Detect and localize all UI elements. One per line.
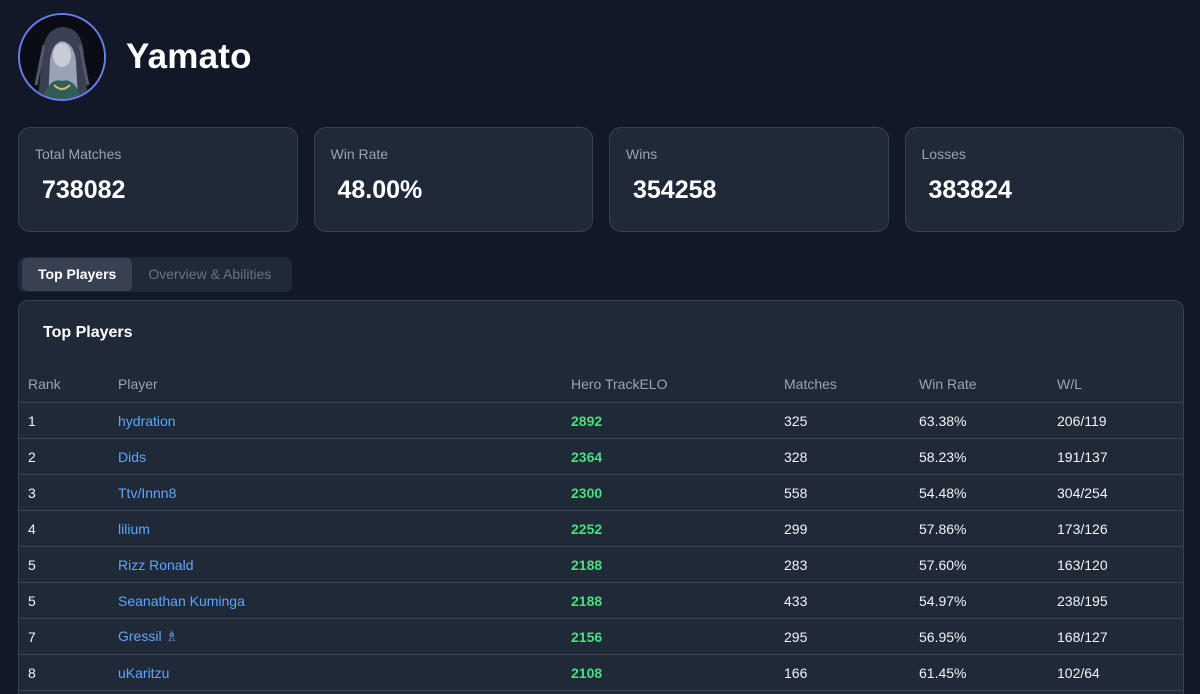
table-row: 4 lilium 2252 299 57.86% 173/126 <box>19 510 1183 547</box>
elo-cell: 2300 <box>571 474 784 511</box>
rank-cell: 4 <box>19 510 118 547</box>
player-cell: Rizz Ronald <box>118 546 571 583</box>
wl-cell: 191/137 <box>1057 438 1183 475</box>
player-link[interactable]: lilium <box>118 521 150 537</box>
table-row: 3 Ttv/Innn8 2300 558 54.48% 304/254 <box>19 474 1183 511</box>
table-header-row: Rank Player Hero TrackELO Matches Win Ra… <box>19 365 1183 403</box>
stat-card-win-rate: Win Rate 48.00% <box>313 127 593 232</box>
stat-card-total-matches: Total Matches 738082 <box>18 127 298 232</box>
stat-value: 354258 <box>633 176 717 204</box>
tab-bar: Top Players Overview & Abilities <box>18 257 292 292</box>
tab-top-players[interactable]: Top Players <box>22 258 133 291</box>
wl-cell: 206/119 <box>1057 402 1183 439</box>
hero-header: Yamato <box>18 10 252 104</box>
win-rate-cell: 57.86% <box>919 510 1057 547</box>
stat-label: Losses <box>921 146 966 162</box>
player-link[interactable]: Seanathan Kuminga <box>118 593 245 609</box>
wl-cell: 168/127 <box>1057 618 1183 655</box>
table-row: 7 Gressil ♗ 2156 295 56.95% 168/127 <box>19 618 1183 655</box>
player-cell: Dids <box>118 438 571 475</box>
stat-value: 383824 <box>928 176 1012 204</box>
column-header-matches[interactable]: Matches <box>784 365 919 403</box>
rank-cell: 5 <box>19 582 118 619</box>
win-rate-cell: 58.23% <box>919 438 1057 475</box>
hero-name: Yamato <box>126 37 252 76</box>
hero-avatar <box>18 13 106 101</box>
win-rate-cell: 57.60% <box>919 546 1057 583</box>
rank-cell: 8 <box>19 654 118 691</box>
elo-cell: 2892 <box>571 402 784 439</box>
hero-page: Yamato Total Matches 738082 Win Rate 48.… <box>0 0 1200 694</box>
elo-cell: 2188 <box>571 582 784 619</box>
player-cell: Seanathan Kuminga <box>118 582 571 619</box>
tab-overview-abilities[interactable]: Overview & Abilities <box>132 258 287 291</box>
wl-cell: 238/195 <box>1057 582 1183 619</box>
stat-label: Win Rate <box>330 146 389 162</box>
top-players-panel: Top Players Rank Player Hero TrackELO Ma… <box>18 300 1184 694</box>
stat-card-losses: Losses 383824 <box>904 127 1184 232</box>
elo-cell: 2252 <box>571 510 784 547</box>
hero-portrait-image <box>20 15 104 99</box>
column-header-rank[interactable]: Rank <box>19 365 118 403</box>
matches-cell: 433 <box>784 582 919 619</box>
matches-cell: 558 <box>784 474 919 511</box>
column-header-wl[interactable]: W/L <box>1057 365 1183 403</box>
matches-cell: 325 <box>784 402 919 439</box>
rank-cell: 2 <box>19 438 118 475</box>
matches-cell: 328 <box>784 438 919 475</box>
wl-cell: 304/254 <box>1057 474 1183 511</box>
stat-value: 738082 <box>42 176 126 204</box>
table-row: 5 Rizz Ronald 2188 283 57.60% 163/120 <box>19 546 1183 583</box>
elo-cell: 2364 <box>571 438 784 475</box>
rank-cell: 7 <box>19 618 118 655</box>
column-header-elo[interactable]: Hero TrackELO <box>571 365 784 403</box>
win-rate-cell: 56.95% <box>919 618 1057 655</box>
player-link[interactable]: Dids <box>118 449 146 465</box>
matches-cell: 283 <box>784 546 919 583</box>
stat-card-wins: Wins 354258 <box>609 127 889 232</box>
table-row: 5 Seanathan Kuminga 2188 433 54.97% 238/… <box>19 582 1183 619</box>
matches-cell: 299 <box>784 510 919 547</box>
rank-cell: 5 <box>19 546 118 583</box>
elo-cell: 2188 <box>571 546 784 583</box>
panel-title: Top Players <box>43 324 133 341</box>
win-rate-cell: 61.45% <box>919 654 1057 691</box>
player-cell: Gressil ♗ <box>118 618 571 655</box>
top-players-table: Rank Player Hero TrackELO Matches Win Ra… <box>19 365 1183 691</box>
player-cell: lilium <box>118 510 571 547</box>
player-cell: Ttv/Innn8 <box>118 474 571 511</box>
player-cell: hydration <box>118 402 571 439</box>
matches-cell: 295 <box>784 618 919 655</box>
rank-cell: 3 <box>19 474 118 511</box>
player-link[interactable]: hydration <box>118 413 176 429</box>
player-link[interactable]: Gressil ♗ <box>118 628 178 644</box>
win-rate-cell: 54.48% <box>919 474 1057 511</box>
wl-cell: 102/64 <box>1057 654 1183 691</box>
table-row: 1 hydration 2892 325 63.38% 206/119 <box>19 402 1183 439</box>
elo-cell: 2108 <box>571 654 784 691</box>
player-link[interactable]: Ttv/Innn8 <box>118 485 176 501</box>
stat-label: Total Matches <box>35 146 122 162</box>
win-rate-cell: 63.38% <box>919 402 1057 439</box>
player-cell: uKaritzu <box>118 654 571 691</box>
elo-cell: 2156 <box>571 618 784 655</box>
wl-cell: 173/126 <box>1057 510 1183 547</box>
win-rate-cell: 54.97% <box>919 582 1057 619</box>
player-link[interactable]: Rizz Ronald <box>118 557 193 573</box>
table-row: 8 uKaritzu 2108 166 61.45% 102/64 <box>19 654 1183 691</box>
column-header-win-rate[interactable]: Win Rate <box>919 365 1057 403</box>
stats-row: Total Matches 738082 Win Rate 48.00% Win… <box>18 127 1184 232</box>
stat-label: Wins <box>626 146 658 162</box>
column-header-player[interactable]: Player <box>118 365 571 403</box>
matches-cell: 166 <box>784 654 919 691</box>
table-row: 2 Dids 2364 328 58.23% 191/137 <box>19 438 1183 475</box>
rank-cell: 1 <box>19 402 118 439</box>
stat-value: 48.00% <box>337 176 423 204</box>
player-link[interactable]: uKaritzu <box>118 665 169 681</box>
wl-cell: 163/120 <box>1057 546 1183 583</box>
